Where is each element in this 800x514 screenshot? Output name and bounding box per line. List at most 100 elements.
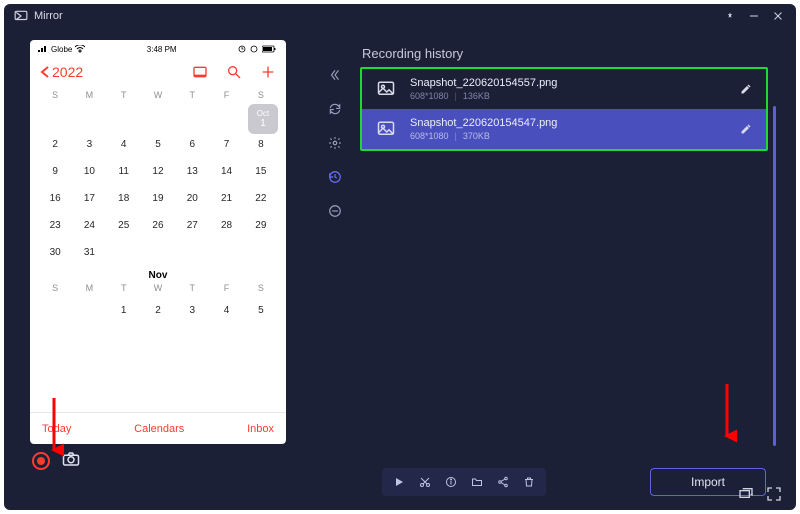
calendar-cell[interactable]: 9	[38, 158, 72, 185]
calendar-cell[interactable]	[72, 297, 106, 324]
weekday-header: T	[175, 90, 209, 104]
status-time: 3:48 PM	[85, 45, 238, 54]
year-back-button[interactable]: 2022	[40, 64, 83, 80]
calendar-cell[interactable]: 31	[72, 239, 106, 266]
weekday-header: M	[72, 90, 106, 104]
stack-icon[interactable]	[738, 486, 754, 502]
info-icon[interactable]	[440, 472, 462, 492]
calendar-cell[interactable]: 12	[141, 158, 175, 185]
remove-icon[interactable]	[326, 202, 344, 220]
calendar-cell[interactable]: 29	[244, 212, 278, 239]
calendar-cell[interactable]	[107, 239, 141, 266]
image-thumb-icon	[374, 79, 398, 99]
calendar-cell[interactable]: 2	[141, 297, 175, 324]
battery-icon	[262, 45, 278, 53]
calendar-cell[interactable]	[244, 239, 278, 266]
delete-icon[interactable]	[518, 472, 540, 492]
calendar-cell[interactable]: 19	[141, 185, 175, 212]
orientation-icon	[250, 45, 258, 53]
calendar-cell[interactable]: 5	[244, 297, 278, 324]
fullscreen-icon[interactable]	[766, 486, 782, 502]
calendar-cell[interactable]	[209, 239, 243, 266]
calendar-cell[interactable]: 4	[209, 297, 243, 324]
calendar-cell[interactable]: 6	[175, 131, 209, 158]
footer-today[interactable]: Today	[42, 423, 71, 435]
calendar-cell[interactable]: 24	[72, 212, 106, 239]
calendar-cell[interactable]: 26	[141, 212, 175, 239]
scrollbar[interactable]	[773, 106, 776, 446]
folder-icon[interactable]	[466, 472, 488, 492]
calendar-cell[interactable]: 3	[175, 297, 209, 324]
calendar-cell[interactable]: 10	[72, 158, 106, 185]
refresh-icon[interactable]	[326, 100, 344, 118]
calendar-cell[interactable]	[175, 239, 209, 266]
list-view-icon[interactable]	[192, 64, 208, 80]
search-icon[interactable]	[226, 64, 242, 80]
history-item[interactable]: Snapshot_220620154557.png 608*1080|136KB	[362, 69, 766, 109]
weekday-header: F	[209, 90, 243, 104]
play-icon[interactable]	[388, 472, 410, 492]
pin-button[interactable]	[722, 8, 738, 24]
calendar-cell[interactable]: 11	[107, 158, 141, 185]
calendar-cell[interactable]: 14	[209, 158, 243, 185]
settings-icon[interactable]	[326, 134, 344, 152]
calendar-cell[interactable]: 1	[107, 297, 141, 324]
bottom-right-controls	[738, 486, 782, 502]
history-file-info: 608*1080|136KB	[410, 91, 728, 101]
calendar-cell[interactable]: 22	[244, 185, 278, 212]
calendar-cell[interactable]: 23	[38, 212, 72, 239]
mirror-pane: Globe 3:48 PM 2022	[4, 28, 318, 510]
calendar-cell[interactable]	[38, 297, 72, 324]
calendar-cell[interactable]	[141, 239, 175, 266]
close-button[interactable]	[770, 8, 786, 24]
calendar-cell[interactable]: 28	[209, 212, 243, 239]
calendar-cell[interactable]: 2	[38, 131, 72, 158]
calendar-cell[interactable]: 16	[38, 185, 72, 212]
record-button[interactable]	[32, 452, 50, 470]
history-icon[interactable]	[326, 168, 344, 186]
calendar-cell[interactable]	[38, 104, 72, 131]
cut-icon[interactable]	[414, 472, 436, 492]
history-file-info: 608*1080|370KB	[410, 131, 728, 141]
weekday-header: T	[107, 90, 141, 104]
right-pane: Recording history Snapshot_220620154557.…	[318, 28, 796, 510]
weekday-header: W	[141, 283, 175, 297]
calendar-cell[interactable]	[141, 104, 175, 131]
nov-heading: Nov	[38, 266, 278, 283]
minimize-button[interactable]	[746, 8, 762, 24]
calendar-cell[interactable]: 3	[72, 131, 106, 158]
collapse-icon[interactable]	[326, 66, 344, 84]
calendar-cell[interactable]: 30	[38, 239, 72, 266]
add-event-icon[interactable]	[260, 64, 276, 80]
calendar-cell[interactable]: 25	[107, 212, 141, 239]
share-icon[interactable]	[492, 472, 514, 492]
calendar-cell[interactable]	[72, 104, 106, 131]
media-toolbar	[382, 468, 546, 496]
history-item[interactable]: Snapshot_220620154547.png 608*1080|370KB	[362, 109, 766, 149]
calendar-cell[interactable]	[209, 104, 243, 131]
calendar-cell[interactable]: 7	[209, 131, 243, 158]
calendar-cell[interactable]: 8	[244, 131, 278, 158]
rename-icon[interactable]	[740, 82, 754, 96]
wifi-icon	[75, 45, 85, 53]
calendar-cell[interactable]: 20	[175, 185, 209, 212]
calendar-cell[interactable]: 13	[175, 158, 209, 185]
signal-icon	[38, 45, 48, 53]
camera-button[interactable]	[62, 451, 80, 472]
weekday-header: M	[72, 283, 106, 297]
calendar-cell[interactable]: 17	[72, 185, 106, 212]
calendar-footer: Today Calendars Inbox	[30, 412, 286, 444]
weekday-header: T	[107, 283, 141, 297]
calendar-cell[interactable]	[107, 104, 141, 131]
footer-inbox[interactable]: Inbox	[247, 423, 274, 435]
footer-calendars[interactable]: Calendars	[134, 423, 184, 435]
calendar-cell[interactable]: 27	[175, 212, 209, 239]
calendar-cell[interactable]: 5	[141, 131, 175, 158]
rename-icon[interactable]	[740, 122, 754, 136]
calendar-cell[interactable]: 4	[107, 131, 141, 158]
calendar-cell[interactable]: 21	[209, 185, 243, 212]
calendar-cell[interactable]	[175, 104, 209, 131]
calendar-cell[interactable]: 18	[107, 185, 141, 212]
calendar-oct: SMTWTFS 23456789101112131415161718192021…	[38, 90, 278, 266]
calendar-cell[interactable]: 15	[244, 158, 278, 185]
